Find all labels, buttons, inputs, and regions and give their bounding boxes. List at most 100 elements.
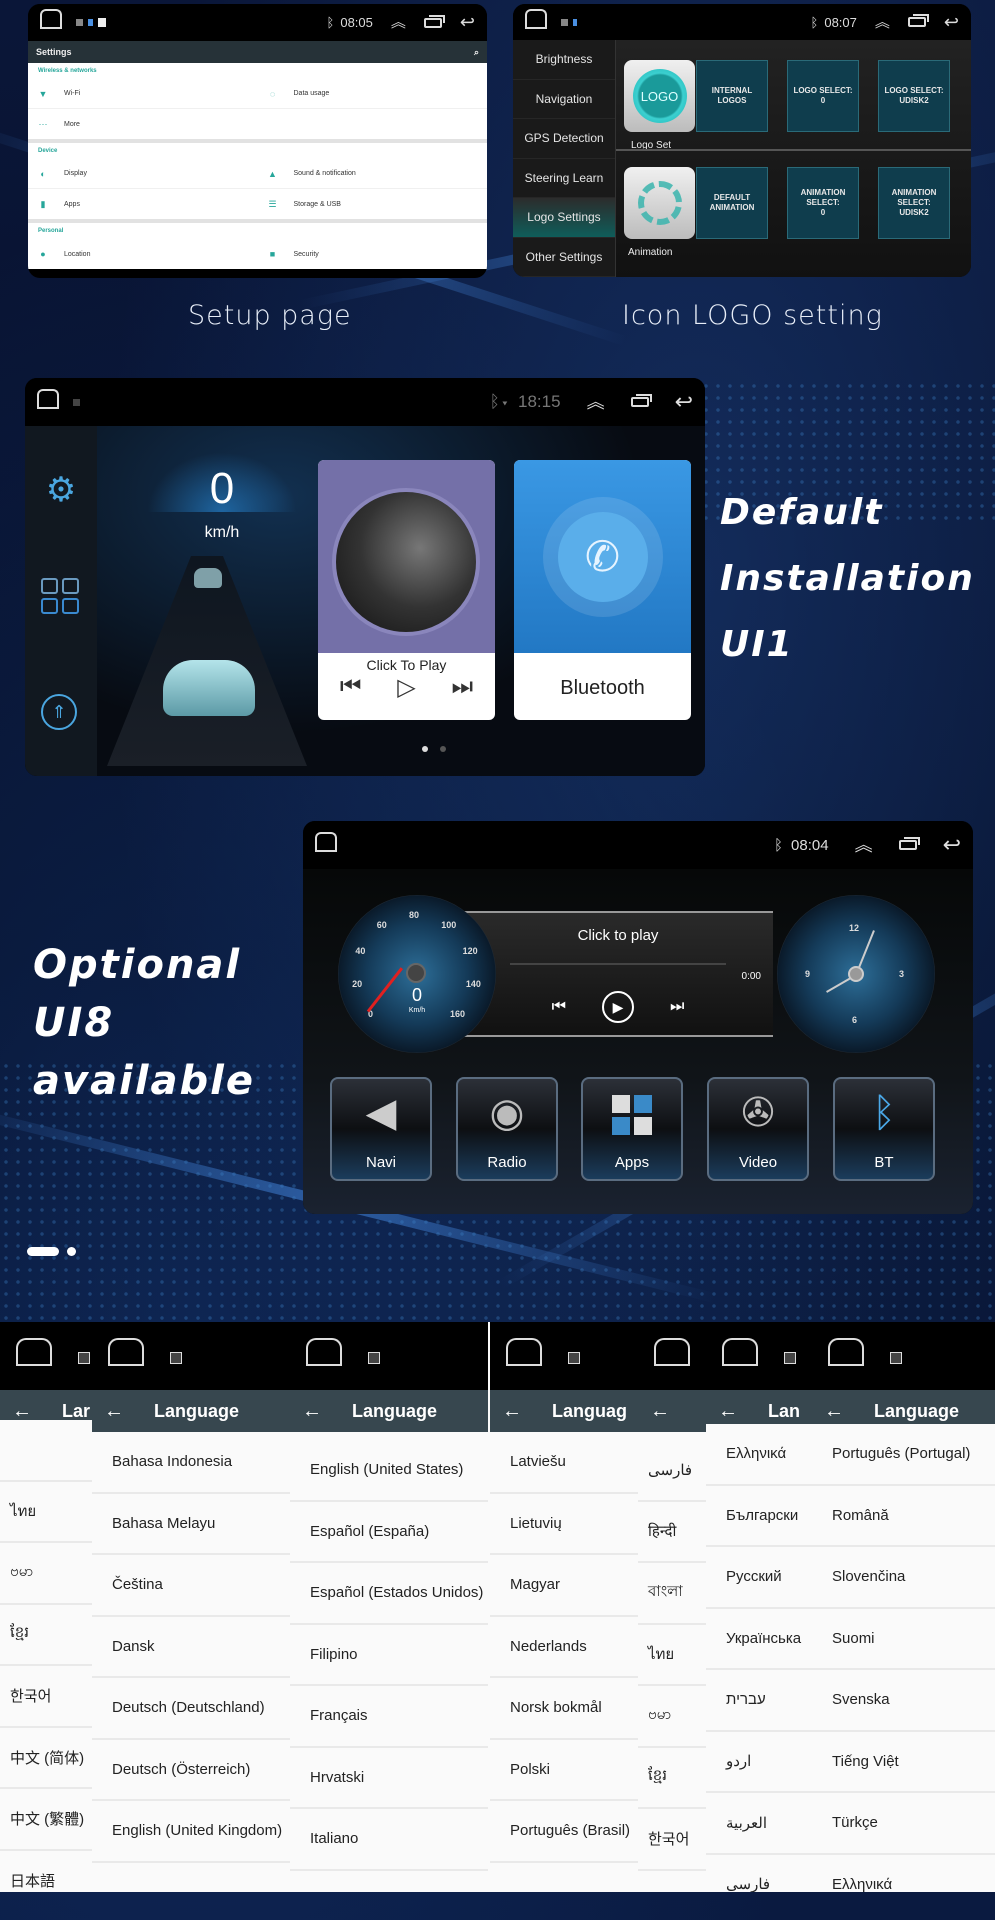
expand-icon[interactable]: ︽ (391, 15, 406, 30)
language-item[interactable]: 日本語 (0, 1851, 92, 1893)
recent-apps-icon[interactable] (630, 394, 652, 407)
language-item[interactable]: עברית (706, 1670, 812, 1732)
language-item[interactable]: ไทย (0, 1482, 92, 1543)
home-icon[interactable] (108, 1338, 144, 1366)
back-arrow-icon[interactable]: ← (302, 1400, 322, 1423)
language-item[interactable]: 한국어 (0, 1666, 92, 1728)
settings-item-display[interactable]: ◐ Display (28, 169, 258, 179)
page-dot[interactable] (440, 746, 446, 752)
language-item[interactable]: ဗမာ (0, 1543, 92, 1605)
logo-select-udisk2-button[interactable]: LOGO SELECT: UDISK2 (878, 60, 950, 132)
language-item[interactable]: Polski (490, 1740, 638, 1801)
home-icon[interactable] (722, 1338, 758, 1366)
language-item[interactable]: বাংলা (638, 1563, 706, 1625)
home-icon[interactable] (16, 1338, 52, 1366)
settings-item-location[interactable]: ● Location (28, 249, 258, 259)
language-item[interactable] (0, 1420, 92, 1482)
language-item[interactable]: Magyar (490, 1555, 638, 1617)
media-player[interactable]: Click to play 0:00 0:00 ⏮ ▶ ⏭ (463, 911, 773, 1037)
back-arrow-icon[interactable]: ← (824, 1400, 844, 1423)
language-item[interactable]: Українська (706, 1609, 812, 1670)
back-icon[interactable]: ↩ (460, 12, 475, 33)
settings-gear-icon[interactable]: ⚙ (41, 470, 81, 510)
bluetooth-card[interactable]: ✆ Bluetooth (514, 460, 691, 720)
language-item[interactable]: Hrvatski (290, 1748, 488, 1809)
language-item[interactable]: Bahasa Melayu (92, 1494, 290, 1555)
back-icon[interactable]: ↩ (944, 12, 959, 33)
language-item[interactable]: ខ្មែរ (638, 1748, 706, 1809)
language-item[interactable]: 한국어 (638, 1809, 706, 1871)
language-item[interactable]: English (United States) (290, 1440, 488, 1502)
language-item[interactable]: Suomi (812, 1609, 995, 1670)
menu-item-navigation[interactable]: Navigation (513, 80, 615, 119)
back-icon[interactable]: ↩ (943, 832, 961, 858)
music-card[interactable]: Click To Play ⏮ ▷ ⏭ (318, 460, 495, 720)
language-item[interactable]: Dansk (92, 1617, 290, 1678)
language-item[interactable]: Norsk bokmål (490, 1678, 638, 1740)
carousel-dot[interactable] (67, 1247, 76, 1256)
language-item[interactable]: हिन्दी (638, 1502, 706, 1563)
carousel-dot-active[interactable] (27, 1247, 59, 1256)
language-item[interactable]: Svenska (812, 1670, 995, 1732)
language-item[interactable]: Latviešu (490, 1432, 638, 1494)
default-animation-button[interactable]: DEFAULT ANIMATION (696, 167, 768, 239)
language-item[interactable]: Français (290, 1686, 488, 1748)
expand-icon[interactable]: ︽ (875, 15, 890, 30)
menu-item-gps-detection[interactable]: GPS Detection (513, 119, 615, 159)
language-item[interactable]: Ελληνικά (706, 1424, 812, 1486)
back-arrow-icon[interactable]: ← (12, 1400, 32, 1423)
settings-item-apps[interactable]: ▮ Apps (28, 199, 258, 209)
animation-select-0-button[interactable]: ANIMATION SELECT: 0 (787, 167, 859, 239)
play-button[interactable]: ▶ (602, 991, 634, 1023)
language-item[interactable]: Български (706, 1486, 812, 1547)
search-icon[interactable]: ⌕ (474, 47, 479, 58)
language-item[interactable]: Ελληνικά (812, 1855, 995, 1892)
settings-item-wifi[interactable]: ▼ Wi-Fi (28, 89, 258, 99)
recent-apps-icon[interactable] (898, 837, 920, 850)
next-track-icon[interactable]: ⏭ (670, 998, 684, 1016)
language-item[interactable]: Deutsch (Österreich) (92, 1740, 290, 1801)
previous-track-icon[interactable]: ⏮ (340, 673, 362, 702)
language-item[interactable]: Deutsch (Deutschland) (92, 1678, 290, 1740)
play-icon[interactable]: ▷ (397, 673, 415, 702)
language-item[interactable]: العربية (706, 1793, 812, 1855)
app-navi[interactable]: ◀ Navi (330, 1077, 432, 1181)
menu-item-other-settings[interactable]: Other Settings (513, 238, 615, 277)
app-apps[interactable]: Apps (581, 1077, 683, 1181)
animation-button[interactable] (624, 167, 695, 239)
back-icon[interactable]: ↩ (675, 389, 693, 415)
settings-item-more[interactable]: ··· More (28, 119, 258, 129)
language-item[interactable]: Lietuvių (490, 1494, 638, 1555)
language-item[interactable]: Nederlands (490, 1617, 638, 1678)
language-item[interactable]: Русский (706, 1547, 812, 1609)
language-item[interactable]: English (United Kingdom) (92, 1801, 290, 1863)
page-dot-active[interactable] (422, 746, 428, 752)
home-icon[interactable] (40, 9, 62, 29)
app-video[interactable]: ✇ Video (707, 1077, 809, 1181)
menu-item-steering-learn[interactable]: Steering Learn (513, 159, 615, 198)
home-icon[interactable] (506, 1338, 542, 1366)
navigation-icon[interactable]: ⇑ (41, 694, 77, 730)
language-item[interactable]: Italiano (290, 1809, 488, 1871)
language-item[interactable]: Čeština (92, 1555, 290, 1617)
recent-apps-icon[interactable] (907, 14, 929, 27)
language-item[interactable]: Tiếng Việt (812, 1732, 995, 1793)
expand-icon[interactable]: ︽ (587, 393, 605, 411)
language-item[interactable]: ဗမာ (638, 1686, 706, 1748)
settings-item-storage[interactable]: ☰ Storage & USB (258, 199, 488, 209)
home-icon[interactable] (306, 1338, 342, 1366)
next-track-icon[interactable]: ⏭ (451, 673, 473, 702)
language-item[interactable]: 中文 (简体) (0, 1728, 92, 1789)
language-item[interactable]: Português (Portugal) (812, 1424, 995, 1486)
language-item[interactable]: Bahasa Indonesia (92, 1432, 290, 1494)
language-item[interactable]: ไทย (638, 1625, 706, 1686)
internal-logos-button[interactable]: INTERNAL LOGOS (696, 60, 768, 132)
back-arrow-icon[interactable]: ← (104, 1400, 124, 1423)
home-icon[interactable] (315, 831, 337, 852)
language-item[interactable]: Slovenčina (812, 1547, 995, 1609)
back-arrow-icon[interactable]: ← (502, 1400, 522, 1423)
logo-select-0-button[interactable]: LOGO SELECT: 0 (787, 60, 859, 132)
home-icon[interactable] (37, 388, 59, 409)
settings-item-sound[interactable]: ▲ Sound & notification (258, 169, 488, 179)
settings-item-security[interactable]: ■ Security (258, 249, 488, 259)
